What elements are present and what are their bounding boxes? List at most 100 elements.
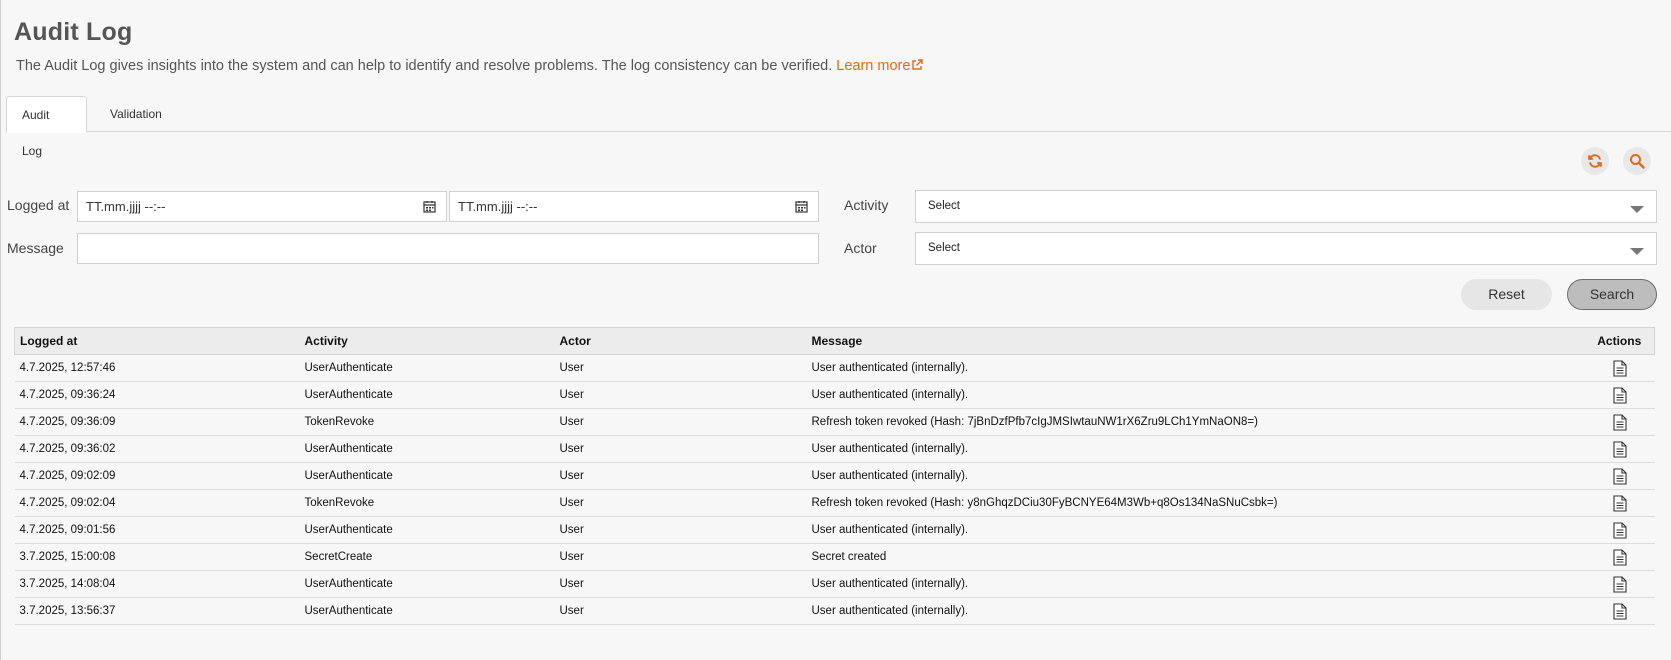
cell-actor: User	[554, 597, 807, 625]
tab-bar: Audit Log Validation	[6, 96, 1671, 158]
actor-select[interactable]: Select	[915, 232, 1657, 265]
document-icon[interactable]	[1612, 386, 1627, 404]
document-icon[interactable]	[1612, 575, 1627, 593]
table-row: 4.7.2025, 09:01:56 UserAuthenticate User Us…	[14, 516, 1655, 544]
document-icon[interactable]	[1612, 548, 1627, 566]
date-from-input[interactable]: TT.mm.jjjj --:--	[77, 191, 447, 222]
search-icon	[1630, 154, 1645, 169]
chevron-down-icon	[1630, 206, 1644, 213]
cell-actions	[1584, 408, 1655, 436]
column-header-activity[interactable]: Activity	[299, 327, 555, 355]
date-from-value: TT.mm.jjjj --:--	[86, 199, 166, 214]
refresh-icon	[1588, 154, 1602, 168]
left-border	[0, 0, 1, 660]
cell-logged-at: 4.7.2025, 09:01:56	[14, 516, 300, 544]
column-header-logged-at[interactable]: Logged at	[14, 327, 300, 355]
cell-activity: UserAuthenticate	[299, 516, 555, 544]
cell-activity: TokenRevoke	[299, 489, 555, 517]
cell-actor: User	[554, 462, 807, 490]
external-link-icon	[912, 59, 924, 70]
cell-message: User authenticated (internally).	[806, 597, 1585, 625]
cell-actor: User	[554, 489, 807, 517]
cell-actor: User	[554, 408, 807, 436]
table-row: 4.7.2025, 12:57:46 UserAuthenticate User Us…	[14, 354, 1655, 382]
document-icon[interactable]	[1612, 413, 1627, 431]
cell-logged-at: 4.7.2025, 09:36:09	[14, 408, 300, 436]
table-header-row: Logged at Activity Actor Message Actions	[14, 327, 1655, 355]
cell-actions	[1584, 570, 1655, 598]
cell-logged-at: 4.7.2025, 09:36:24	[14, 381, 300, 409]
cell-message: User authenticated (internally).	[806, 462, 1585, 490]
cell-actions	[1584, 543, 1655, 571]
column-header-message[interactable]: Message	[806, 327, 1585, 355]
cell-message: User authenticated (internally).	[806, 516, 1585, 544]
table-row: 4.7.2025, 09:02:04 TokenRevoke User Refresh…	[14, 489, 1655, 517]
cell-message: User authenticated (internally).	[806, 381, 1585, 409]
cell-actions	[1584, 381, 1655, 409]
column-header-actions: Actions	[1584, 327, 1655, 355]
cell-activity: UserAuthenticate	[299, 597, 555, 625]
document-icon[interactable]	[1612, 440, 1627, 458]
cell-logged-at: 4.7.2025, 09:02:09	[14, 462, 300, 490]
cell-activity: UserAuthenticate	[299, 435, 555, 463]
chevron-down-icon	[1630, 248, 1644, 255]
cell-logged-at: 4.7.2025, 09:02:04	[14, 489, 300, 517]
activity-select-value: Select	[928, 200, 960, 212]
document-icon[interactable]	[1612, 602, 1627, 620]
cell-actions	[1584, 462, 1655, 490]
cell-activity: SecretCreate	[299, 543, 555, 571]
learn-more-link[interactable]: Learn more	[836, 58, 924, 74]
calendar-icon[interactable]	[423, 200, 436, 213]
table-body: 4.7.2025, 12:57:46 UserAuthenticate User Us…	[14, 354, 1655, 625]
cell-actor: User	[554, 435, 807, 463]
cell-activity: UserAuthenticate	[299, 570, 555, 598]
cell-actor: User	[554, 354, 807, 382]
activity-label: Activity	[844, 197, 889, 213]
actor-label: Actor	[844, 240, 877, 256]
tab-validation[interactable]: Validation	[95, 96, 177, 132]
activity-select[interactable]: Select	[915, 190, 1657, 223]
cell-message: Refresh token revoked (Hash: 7jBnDzfPfb7…	[806, 408, 1585, 436]
document-icon[interactable]	[1612, 494, 1627, 512]
cell-logged-at: 4.7.2025, 12:57:46	[14, 354, 300, 382]
actor-select-value: Select	[928, 242, 960, 254]
cell-actor: User	[554, 381, 807, 409]
cell-message: Refresh token revoked (Hash: y8nGhqzDCiu…	[806, 489, 1585, 517]
cell-actor: User	[554, 570, 807, 598]
table-row: 4.7.2025, 09:36:24 UserAuthenticate User Us…	[14, 381, 1655, 409]
page-description: The Audit Log gives insights into the sy…	[16, 58, 924, 74]
message-input[interactable]	[77, 233, 819, 264]
toggle-search-button[interactable]	[1623, 147, 1651, 175]
cell-activity: UserAuthenticate	[299, 354, 555, 382]
description-text: The Audit Log gives insights into the sy…	[16, 58, 833, 74]
cell-actions	[1584, 435, 1655, 463]
audit-log-table: Logged at Activity Actor Message Actions…	[14, 327, 1655, 625]
learn-more-label: Learn more	[836, 58, 911, 74]
table-row: 3.7.2025, 14:08:04 UserAuthenticate User Us…	[14, 570, 1655, 598]
refresh-button[interactable]	[1581, 147, 1609, 175]
cell-activity: TokenRevoke	[299, 408, 555, 436]
reset-button[interactable]: Reset	[1461, 279, 1552, 310]
cell-message: User authenticated (internally).	[806, 354, 1585, 382]
cell-message: User authenticated (internally).	[806, 570, 1585, 598]
cell-message: Secret created	[806, 543, 1585, 571]
calendar-icon[interactable]	[795, 200, 808, 213]
document-icon[interactable]	[1612, 467, 1627, 485]
document-icon[interactable]	[1612, 359, 1627, 377]
tab-audit-log[interactable]: Audit Log	[6, 96, 87, 158]
cell-logged-at: 3.7.2025, 15:00:08	[14, 543, 300, 571]
cell-actor: User	[554, 516, 807, 544]
search-button[interactable]: Search	[1567, 279, 1657, 310]
document-icon[interactable]	[1612, 521, 1627, 539]
cell-actions	[1584, 489, 1655, 517]
column-header-actor[interactable]: Actor	[554, 327, 807, 355]
cell-logged-at: 4.7.2025, 09:36:02	[14, 435, 300, 463]
cell-actions	[1584, 354, 1655, 382]
cell-logged-at: 3.7.2025, 14:08:04	[14, 570, 300, 598]
date-to-input[interactable]: TT.mm.jjjj --:--	[449, 191, 819, 222]
cell-activity: UserAuthenticate	[299, 462, 555, 490]
cell-actions	[1584, 516, 1655, 544]
cell-activity: UserAuthenticate	[299, 381, 555, 409]
table-row: 3.7.2025, 13:56:37 UserAuthenticate User Us…	[14, 597, 1655, 625]
message-label: Message	[7, 240, 64, 256]
